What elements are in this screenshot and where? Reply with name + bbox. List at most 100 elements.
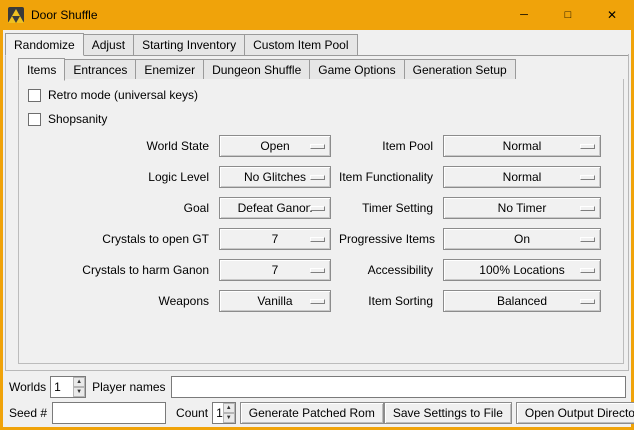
spin-up-icon[interactable]: ▲ (73, 377, 85, 387)
close-icon: ✕ (607, 8, 617, 22)
accessibility-value: 100% Locations (479, 263, 564, 277)
inner-tab-bar: Items Entrances Enemizer Dungeon Shuffle… (18, 58, 624, 81)
dropdown-indicator-icon (310, 237, 325, 242)
item-functionality-label: Item Functionality (339, 170, 435, 184)
window-controls: ─ □ ✕ (502, 0, 634, 30)
tab-items[interactable]: Items (18, 58, 65, 81)
item-functionality-dropdown[interactable]: Normal (443, 166, 601, 188)
spin-down-icon[interactable]: ▼ (223, 413, 235, 423)
crystals-gt-label: Crystals to open GT (25, 232, 211, 246)
seed-label: Seed # (9, 406, 47, 420)
crystals-gt-dropdown[interactable]: 7 (219, 228, 331, 250)
outer-tab-bar: Randomize Adjust Starting Inventory Cust… (5, 33, 629, 56)
window-title: Door Shuffle (31, 8, 98, 22)
minimize-icon: ─ (520, 9, 528, 21)
item-pool-value: Normal (503, 139, 542, 153)
tab-randomize[interactable]: Randomize (5, 33, 84, 56)
player-names-label: Player names (92, 380, 165, 394)
world-state-label: World State (25, 139, 211, 153)
dropdown-indicator-icon (580, 206, 595, 211)
tab-entrances[interactable]: Entrances (64, 59, 136, 80)
tab-custom-item-pool[interactable]: Custom Item Pool (244, 34, 357, 55)
goal-value: Defeat Ganon (238, 201, 313, 215)
shopsanity-label: Shopsanity (48, 112, 107, 126)
worlds-label: Worlds (9, 380, 46, 394)
app-icon (8, 7, 24, 23)
timer-setting-label: Timer Setting (339, 201, 435, 215)
progressive-items-dropdown[interactable]: On (443, 228, 601, 250)
item-sorting-label: Item Sorting (339, 294, 435, 308)
count-spin-buttons: ▲ ▼ (223, 403, 235, 423)
worlds-spin-buttons: ▲ ▼ (73, 377, 85, 397)
dropdown-indicator-icon (310, 299, 325, 304)
items-pane: Retro mode (universal keys) Shopsanity W… (18, 79, 624, 364)
goal-dropdown[interactable]: Defeat Ganon (219, 197, 331, 219)
worlds-value: 1 (51, 377, 73, 397)
count-spinbox[interactable]: 1 ▲ ▼ (212, 402, 236, 424)
weapons-dropdown[interactable]: Vanilla (219, 290, 331, 312)
item-functionality-value: Normal (503, 170, 542, 184)
client-area: Randomize Adjust Starting Inventory Cust… (3, 30, 631, 427)
dropdown-indicator-icon (310, 144, 325, 149)
shopsanity-checkbox[interactable] (28, 113, 41, 126)
item-sorting-dropdown[interactable]: Balanced (443, 290, 601, 312)
count-value: 1 (213, 403, 223, 423)
maximize-icon: □ (565, 9, 572, 21)
save-settings-button[interactable]: Save Settings to File (384, 402, 512, 424)
crystals-ganon-value: 7 (272, 263, 279, 277)
tab-generation-setup[interactable]: Generation Setup (404, 59, 516, 80)
shopsanity-row: Shopsanity (28, 111, 623, 127)
dropdown-indicator-icon (580, 175, 595, 180)
timer-setting-dropdown[interactable]: No Timer (443, 197, 601, 219)
timer-setting-value: No Timer (498, 201, 547, 215)
tab-dungeon-shuffle[interactable]: Dungeon Shuffle (203, 59, 310, 80)
logic-level-label: Logic Level (25, 170, 211, 184)
crystals-gt-value: 7 (272, 232, 279, 246)
seed-row: Seed # Count 1 ▲ ▼ Generate Patched Rom … (7, 402, 627, 424)
accessibility-dropdown[interactable]: 100% Locations (443, 259, 601, 281)
randomize-pane: Items Entrances Enemizer Dungeon Shuffle… (5, 54, 629, 371)
dropdown-indicator-icon (310, 206, 325, 211)
dropdown-indicator-icon (580, 144, 595, 149)
dropdown-indicator-icon (310, 175, 325, 180)
title-bar: Door Shuffle ─ □ ✕ (0, 0, 634, 30)
open-output-directory-button[interactable]: Open Output Directory (516, 402, 634, 424)
app-window: Door Shuffle ─ □ ✕ Randomize Adjust Star… (0, 0, 634, 430)
item-pool-dropdown[interactable]: Normal (443, 135, 601, 157)
close-button[interactable]: ✕ (590, 0, 634, 30)
worlds-spinbox[interactable]: 1 ▲ ▼ (50, 376, 86, 398)
retro-mode-checkbox[interactable] (28, 89, 41, 102)
accessibility-label: Accessibility (339, 263, 435, 277)
crystals-ganon-label: Crystals to harm Ganon (25, 263, 211, 277)
tab-starting-inventory[interactable]: Starting Inventory (133, 34, 245, 55)
player-names-input[interactable] (171, 376, 627, 398)
count-label: Count (176, 406, 208, 420)
spin-up-icon[interactable]: ▲ (223, 403, 235, 413)
crystals-ganon-dropdown[interactable]: 7 (219, 259, 331, 281)
seed-input[interactable] (52, 402, 166, 424)
dropdown-indicator-icon (580, 268, 595, 273)
dropdown-indicator-icon (310, 268, 325, 273)
dropdown-indicator-icon (580, 237, 595, 242)
world-state-dropdown[interactable]: Open (219, 135, 331, 157)
generate-patched-rom-button[interactable]: Generate Patched Rom (240, 402, 384, 424)
retro-mode-row: Retro mode (universal keys) (28, 87, 623, 103)
weapons-label: Weapons (25, 294, 211, 308)
logic-level-dropdown[interactable]: No Glitches (219, 166, 331, 188)
dropdown-indicator-icon (580, 299, 595, 304)
tab-game-options[interactable]: Game Options (309, 59, 404, 80)
spin-down-icon[interactable]: ▼ (73, 387, 85, 397)
settings-grid: World State Open Item Pool Normal Logic … (25, 135, 617, 312)
weapons-value: Vanilla (257, 294, 292, 308)
retro-mode-label: Retro mode (universal keys) (48, 88, 198, 102)
tab-adjust[interactable]: Adjust (83, 34, 134, 55)
tab-enemizer[interactable]: Enemizer (135, 59, 204, 80)
minimize-button[interactable]: ─ (502, 0, 546, 30)
goal-label: Goal (25, 201, 211, 215)
item-pool-label: Item Pool (339, 139, 435, 153)
progressive-items-value: On (514, 232, 530, 246)
progressive-items-label: Progressive Items (339, 232, 435, 246)
worlds-row: Worlds 1 ▲ ▼ Player names (7, 376, 627, 398)
maximize-button[interactable]: □ (546, 0, 590, 30)
item-sorting-value: Balanced (497, 294, 547, 308)
